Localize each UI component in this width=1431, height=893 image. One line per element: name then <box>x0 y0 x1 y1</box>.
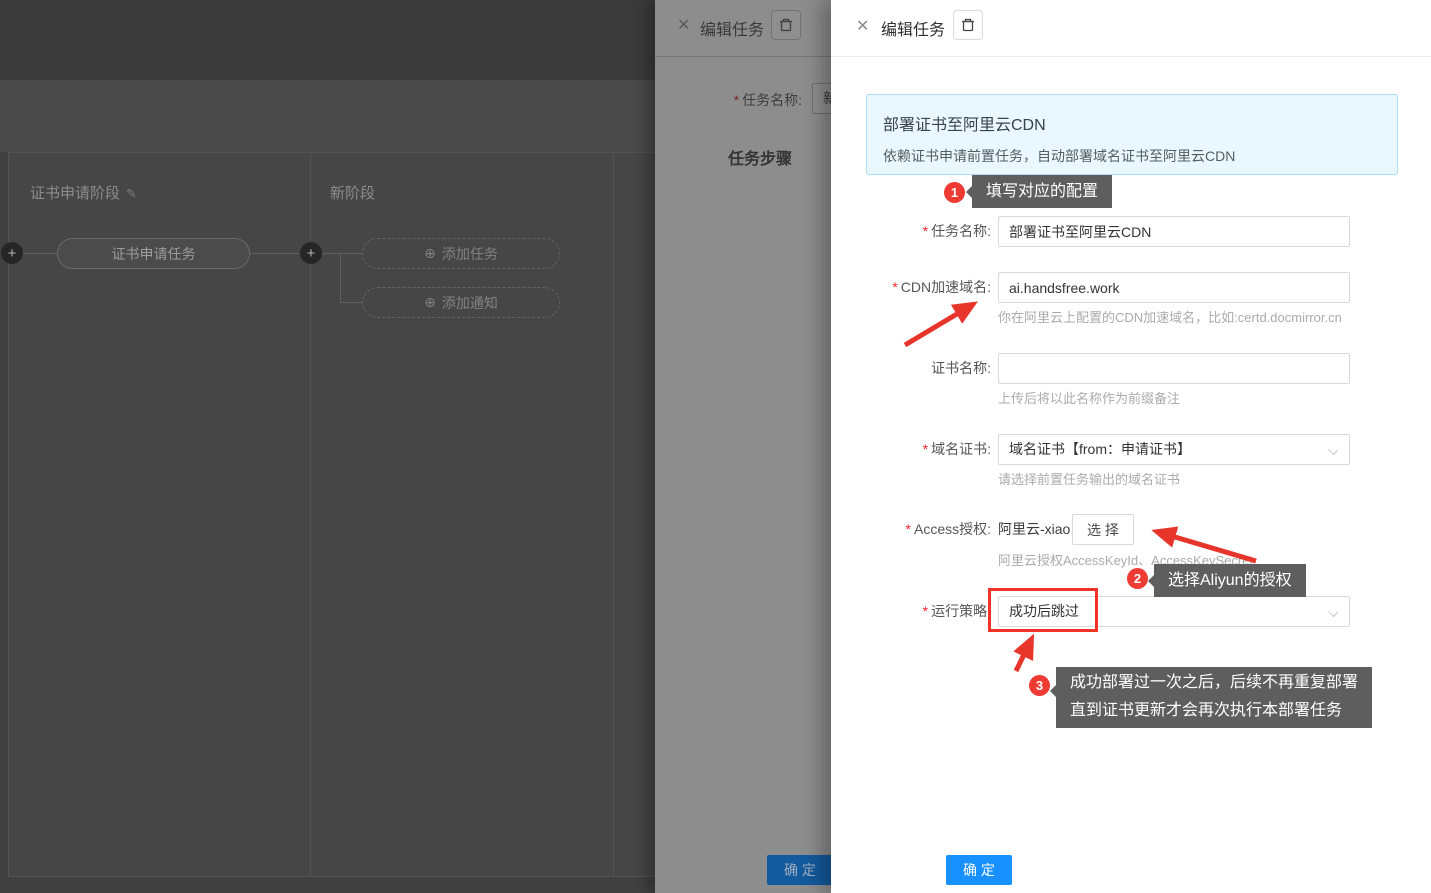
connector-line <box>322 253 362 254</box>
annotation-tooltip-2: 选择Aliyun的授权 <box>1154 564 1306 597</box>
cert-name-label: 证书名称: <box>831 353 991 384</box>
confirm-button[interactable]: 确 定 <box>946 855 1012 885</box>
access-select-button[interactable]: 选 择 <box>1072 514 1134 545</box>
edit-pencil-icon[interactable]: ✎ <box>126 186 137 202</box>
connector-line <box>250 253 300 254</box>
annotation-3-line2: 直到证书更新才会再次执行本部署任务 <box>1070 697 1358 725</box>
annotation-badge-1: 1 <box>944 182 965 203</box>
task-node-cert-request[interactable]: 证书申请任务 <box>57 238 250 269</box>
plus-icon: + <box>8 245 17 262</box>
add-stage-button-left[interactable]: + <box>1 242 23 264</box>
underlay-task-name-input[interactable]: 新 <box>812 83 831 114</box>
annotation-3-line1: 成功部署过一次之后，后续不再重复部署 <box>1070 669 1358 697</box>
edit-task-drawer: ✕ 编辑任务 部署证书至阿里云CDN 依赖证书申请前置任务，自动部署域名证书至阿… <box>831 0 1431 893</box>
task-steps-heading: 任务步骤 <box>728 145 792 169</box>
cdn-domain-help: 你在阿里云上配置的CDN加速域名，比如:certd.docmirror.cn <box>998 307 1342 326</box>
close-icon[interactable]: ✕ <box>677 15 690 35</box>
trash-icon <box>960 17 976 33</box>
delete-task-button[interactable] <box>771 10 801 40</box>
domain-cert-value: 域名证书【from：申请证书】 <box>1009 441 1191 457</box>
add-task-label: 添加任务 <box>442 244 498 264</box>
domain-cert-help: 请选择前置任务输出的域名证书 <box>998 469 1180 488</box>
annotation-tooltip-3: 成功部署过一次之后，后续不再重复部署 直到证书更新才会再次执行本部署任务 <box>1056 667 1372 728</box>
add-notification-label: 添加通知 <box>442 293 498 313</box>
chevron-down-icon <box>1328 607 1338 617</box>
connector-line <box>340 302 362 303</box>
edit-task-drawer-underlay: ✕ 编辑任务 *任务名称: 新 任务步骤 确 定 <box>655 0 831 893</box>
annotation-tooltip-1: 填写对应的配置 <box>972 175 1112 208</box>
plus-icon: + <box>307 245 316 262</box>
delete-task-button[interactable] <box>953 10 983 40</box>
circle-plus-icon: ⊕ <box>424 245 436 262</box>
drawer-title: 编辑任务 <box>881 16 945 40</box>
app-root: 证书申请阶段✎ 新阶段 + + 证书申请任务 ⊕ 添加任务 ⊕ 添加通知 ✕ 编… <box>0 0 1431 893</box>
cdn-domain-label: *CDN加速域名: <box>831 272 991 303</box>
stage2-title: 新阶段 <box>330 182 375 203</box>
underlay-confirm-button[interactable]: 确 定 <box>767 855 831 885</box>
close-icon[interactable]: ✕ <box>856 16 869 36</box>
chevron-down-icon <box>1328 445 1338 455</box>
workflow-canvas: 证书申请阶段✎ 新阶段 + + 证书申请任务 ⊕ 添加任务 ⊕ 添加通知 <box>0 152 660 893</box>
access-value: 阿里云-xiao <box>998 514 1072 545</box>
add-stage-button-right[interactable]: + <box>300 242 322 264</box>
add-task-button[interactable]: ⊕ 添加任务 <box>362 238 560 269</box>
task-name-input[interactable] <box>998 216 1350 247</box>
underlay-drawer-title: 编辑任务 <box>700 16 764 40</box>
domain-cert-select[interactable]: 域名证书【from：申请证书】 <box>998 434 1350 465</box>
page-sub-header <box>0 80 660 152</box>
cdn-domain-input[interactable] <box>998 272 1350 303</box>
plugin-info-box: 部署证书至阿里云CDN 依赖证书申请前置任务，自动部署域名证书至阿里云CDN <box>866 94 1398 175</box>
underlay-task-name-label: *任务名称: <box>734 90 802 110</box>
annotation-badge-3: 3 <box>1029 675 1050 696</box>
run-strategy-label: *运行策略: <box>831 596 991 627</box>
domain-cert-label: *域名证书: <box>831 434 991 465</box>
cert-name-input[interactable] <box>998 353 1350 384</box>
connector-line <box>340 253 341 302</box>
task-name-label: *任务名称: <box>831 216 991 247</box>
plugin-title: 部署证书至阿里云CDN <box>883 111 1381 135</box>
annotation-badge-2: 2 <box>1127 568 1148 589</box>
access-label: *Access授权: <box>831 514 991 545</box>
circle-plus-icon: ⊕ <box>424 294 436 311</box>
stage1-title: 证书申请阶段✎ <box>30 182 137 203</box>
add-notification-button[interactable]: ⊕ 添加通知 <box>362 287 560 318</box>
plugin-description: 依赖证书申请前置任务，自动部署域名证书至阿里云CDN <box>883 146 1381 166</box>
highlight-box <box>988 588 1098 632</box>
connector-line <box>23 253 57 254</box>
trash-icon <box>778 17 794 33</box>
cert-name-help: 上传后将以此名称作为前缀备注 <box>998 388 1180 407</box>
page-top-header <box>0 0 660 80</box>
